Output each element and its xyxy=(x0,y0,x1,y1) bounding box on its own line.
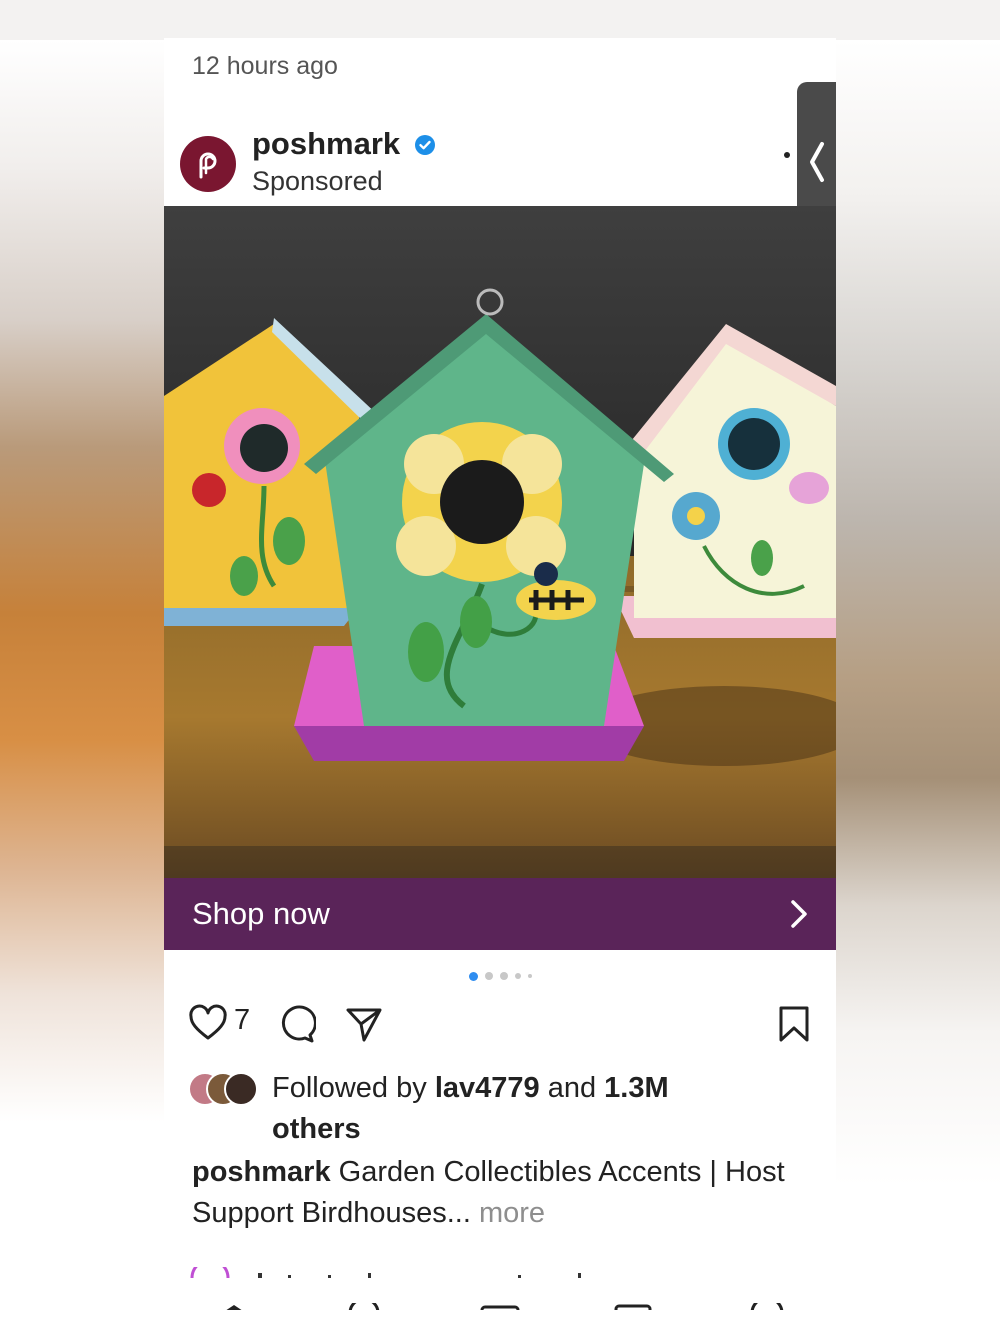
next-post-peek xyxy=(188,1258,828,1279)
next-post-fragment xyxy=(190,1258,581,1279)
chevron-right-icon xyxy=(791,900,807,928)
follower-username[interactable]: lav4779 xyxy=(435,1072,540,1104)
bookmark-icon[interactable] xyxy=(776,1004,812,1044)
shop-now-button[interactable]: Shop now xyxy=(164,878,836,950)
post-timestamp: 12 hours ago xyxy=(192,52,338,80)
carousel-dot-active xyxy=(468,971,478,981)
followed-suffix: others xyxy=(272,1113,361,1145)
caption-username[interactable]: poshmark xyxy=(192,1156,331,1188)
carousel-dot xyxy=(484,972,493,980)
followed-prefix: Followed by xyxy=(272,1072,435,1104)
post-caption: poshmark Garden Collectibles Accents | H… xyxy=(192,1152,812,1234)
carousel-dot xyxy=(499,972,508,980)
carousel-dot xyxy=(514,973,521,979)
comment-icon[interactable] xyxy=(276,1004,316,1044)
caption-more-link[interactable]: more xyxy=(471,1197,545,1229)
birdhouses-photo xyxy=(164,206,836,878)
follower-count: 1.3M xyxy=(604,1072,669,1104)
post-actions-bar: 7 xyxy=(164,1000,836,1048)
instagram-post-card: 12 hours ago poshmark Sponsored Shop now… xyxy=(164,38,836,1310)
carousel-indicator xyxy=(164,970,836,982)
chevron-left-icon xyxy=(809,142,824,182)
followed-by-text: Followed by lav4779 and 1.3M others xyxy=(272,1068,792,1150)
blurred-background-left xyxy=(0,40,165,1313)
follower-avatar xyxy=(224,1072,258,1106)
heart-icon[interactable] xyxy=(188,1004,228,1044)
sponsored-label: Sponsored xyxy=(252,166,383,196)
account-name[interactable]: poshmark xyxy=(252,126,400,162)
like-count[interactable]: 7 xyxy=(234,1004,250,1037)
shop-now-label: Shop now xyxy=(192,896,330,931)
blurred-background-right xyxy=(835,40,1000,1313)
follower-avatars xyxy=(188,1072,264,1106)
post-header: poshmark Sponsored xyxy=(164,122,836,202)
followed-mid: and xyxy=(539,1072,605,1104)
carousel-dot xyxy=(527,974,532,978)
share-icon[interactable] xyxy=(344,1004,384,1044)
poshmark-avatar[interactable] xyxy=(180,136,236,192)
post-image[interactable] xyxy=(164,206,836,878)
bottom-nav-fragment xyxy=(226,1296,784,1310)
bottom-navigation-bar xyxy=(164,1296,836,1310)
poshmark-logo-icon xyxy=(199,152,217,179)
verified-badge-icon xyxy=(415,135,435,155)
more-options-icon[interactable] xyxy=(784,152,790,158)
